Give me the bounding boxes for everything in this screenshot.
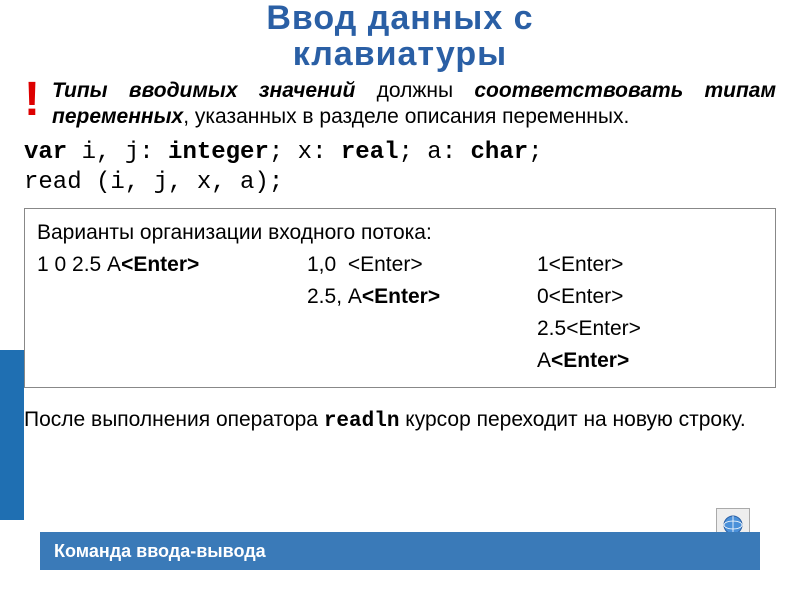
note-t4: , указанных в разделе описания переменны… [183, 105, 629, 128]
note-block: ! Типы вводимых значений должны соответс… [24, 78, 776, 130]
after-text: После выполнения оператора readln курсор… [24, 406, 776, 436]
code-ij: i, j: [67, 139, 168, 166]
decorative-stripe [0, 350, 24, 520]
input-stream-box: Варианты организации входного потока: 1 … [24, 208, 776, 388]
after-p2: курсор переходит на новую строку. [399, 408, 745, 431]
stream-item: 1 0 2.5 А<Enter> [37, 249, 307, 281]
note-text: Типы вводимых значений должны соответств… [52, 78, 776, 130]
exclamation-icon: ! [24, 78, 52, 122]
stream-item: 2.5, А<Enter> [307, 281, 537, 313]
note-em1: Типы вводимых значений [52, 79, 355, 102]
stream-col3: 1<Enter> 0<Enter> 2.5<Enter> А<Enter> [537, 249, 641, 377]
kw-integer: integer [168, 139, 269, 166]
note-t2: должны [355, 79, 474, 102]
streams-row: 1 0 2.5 А<Enter> 1,0 <Enter> 2.5, А<Ente… [37, 249, 763, 377]
footer-bar: Команда ввода-вывода [40, 532, 760, 570]
footer-text: Команда ввода-вывода [54, 541, 266, 562]
stream-item: А<Enter> [537, 345, 641, 377]
after-p1: После выполнения оператора [24, 408, 324, 431]
code-declaration: var i, j: integer; x: real; a: char; rea… [24, 138, 776, 198]
box-title: Варианты организации входного потока: [37, 217, 763, 249]
stream-item: 2.5<Enter> [537, 313, 641, 345]
code-read: read (i, j, x, a); [24, 169, 283, 196]
code-s3: ; [528, 139, 542, 166]
stream-col1: 1 0 2.5 А<Enter> [37, 249, 307, 377]
stream-item: 1,0 <Enter> [307, 249, 537, 281]
slide-title: Ввод данных с клавиатуры [24, 0, 776, 72]
code-s1: ; x: [269, 139, 341, 166]
after-mono: readln [324, 410, 400, 433]
title-line2: клавиатуры [293, 35, 507, 73]
stream-col2: 1,0 <Enter> 2.5, А<Enter> [307, 249, 537, 377]
stream-item: 1<Enter> [537, 249, 641, 281]
title-line1: Ввод данных с [266, 0, 533, 37]
kw-real: real [341, 139, 399, 166]
stream-item: 0<Enter> [537, 281, 641, 313]
kw-char: char [471, 139, 529, 166]
kw-var: var [24, 139, 67, 166]
code-s2: ; a: [399, 139, 471, 166]
